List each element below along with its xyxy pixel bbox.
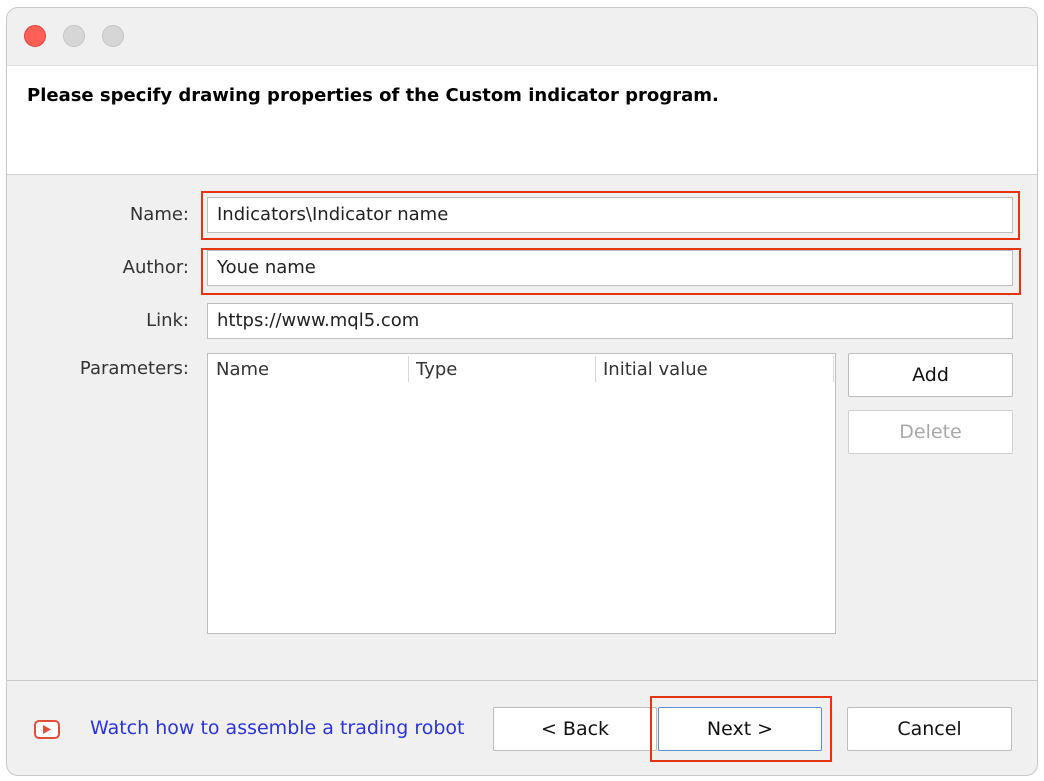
maximize-window-icon[interactable] xyxy=(102,25,124,47)
cancel-button[interactable]: Cancel xyxy=(847,707,1012,751)
page-title: Please specify drawing properties of the… xyxy=(27,85,719,106)
name-highlight-box xyxy=(201,191,1020,240)
close-window-icon[interactable] xyxy=(24,25,46,47)
back-button[interactable]: < Back xyxy=(493,707,657,751)
parameters-label: Parameters: xyxy=(79,358,189,379)
column-header-initial-value[interactable]: Initial value xyxy=(595,354,833,386)
column-header-type[interactable]: Type xyxy=(408,354,595,386)
wizard-header: Please specify drawing properties of the… xyxy=(7,65,1037,175)
delete-button[interactable]: Delete xyxy=(848,410,1013,454)
link-input[interactable]: https://www.mql5.com xyxy=(207,303,1013,339)
name-label: Name: xyxy=(129,204,189,225)
minimize-window-icon[interactable] xyxy=(63,25,85,47)
author-highlight-box xyxy=(201,248,1021,295)
watch-tutorial-link[interactable]: Watch how to assemble a trading robot xyxy=(90,717,464,739)
wizard-window: Please specify drawing properties of the… xyxy=(6,7,1038,776)
add-button[interactable]: Add xyxy=(848,353,1013,397)
footer-divider xyxy=(7,680,1037,681)
author-label: Author: xyxy=(122,257,189,278)
title-bar xyxy=(7,8,1037,64)
link-label: Link: xyxy=(146,310,189,331)
column-header-name[interactable]: Name xyxy=(208,354,408,386)
youtube-play-icon[interactable] xyxy=(34,720,60,739)
column-separator[interactable] xyxy=(833,356,834,382)
play-triangle-icon xyxy=(43,725,51,734)
next-highlight-box xyxy=(650,696,832,762)
parameters-table[interactable]: Name Type Initial value xyxy=(207,353,836,634)
